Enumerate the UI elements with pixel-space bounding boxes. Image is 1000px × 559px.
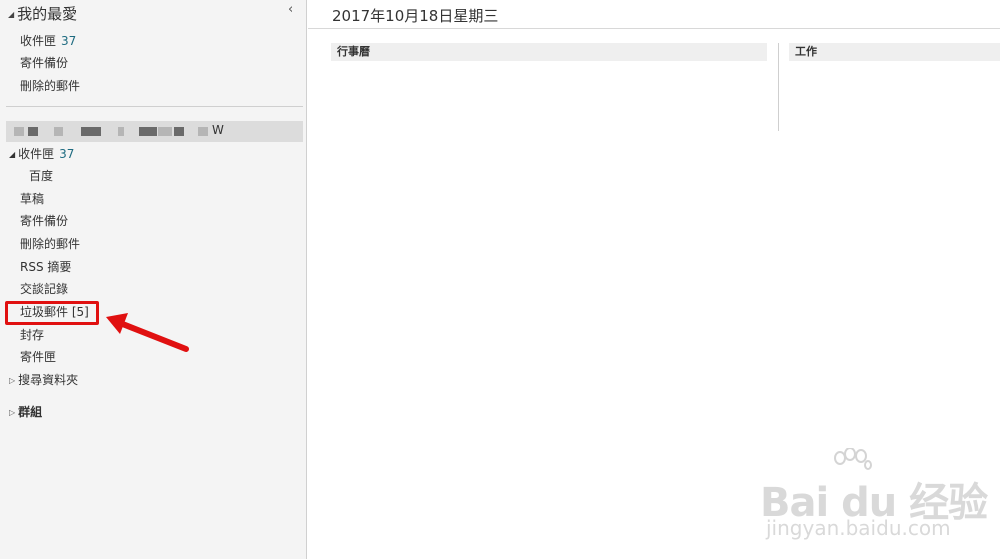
junk-highlight-box	[5, 301, 99, 325]
folder-archive[interactable]: 封存	[20, 327, 44, 343]
folder-drafts[interactable]: 草稿	[20, 191, 44, 207]
folder-baidu[interactable]: 百度	[29, 168, 53, 184]
folder-label: 收件匣	[18, 147, 55, 161]
favorite-item-inbox[interactable]: 收件匣 37	[20, 33, 76, 49]
account-header[interactable]: W	[6, 121, 303, 142]
pane-divider	[6, 106, 303, 107]
favorites-title: 我的最愛	[17, 5, 78, 23]
redacted-block	[81, 127, 101, 136]
folder-label: 寄件匣	[20, 350, 57, 364]
account-name-suffix: W	[212, 123, 224, 137]
folder-label: 草稿	[20, 192, 45, 206]
header-divider	[308, 28, 1000, 29]
column-divider	[778, 43, 779, 131]
redacted-block	[28, 127, 38, 136]
folder-label: 刪除的郵件	[20, 79, 81, 93]
folder-outbox[interactable]: 寄件匣	[20, 349, 56, 365]
date-header: 2017年10月18日星期三	[332, 7, 499, 25]
folder-label: 搜尋資料夾	[18, 373, 79, 387]
redacted-block	[54, 127, 63, 136]
favorite-item-deleted[interactable]: 刪除的郵件	[20, 78, 80, 94]
folder-label: 寄件備份	[20, 214, 69, 228]
folder-sent[interactable]: 寄件備份	[20, 213, 68, 229]
folder-pane: ◢ 我的最愛 ‹ 收件匣 37 寄件備份 刪除的郵件 W ◢ 收件匣 37 百度 草稿 …	[0, 0, 307, 559]
expand-triangle-icon[interactable]: ◢	[8, 10, 14, 19]
collapsed-triangle-icon[interactable]: ▷	[9, 405, 15, 421]
redacted-block	[139, 127, 157, 136]
folder-label: 交談記錄	[20, 282, 69, 296]
expand-triangle-icon[interactable]: ◢	[9, 147, 15, 163]
folder-rss[interactable]: RSS 摘要	[20, 259, 71, 275]
collapsed-triangle-icon[interactable]: ▷	[9, 373, 15, 389]
annotation-arrow-icon	[106, 313, 189, 352]
unread-count: 37	[59, 147, 75, 161]
favorite-item-sent[interactable]: 寄件備份	[20, 55, 68, 71]
folder-inbox[interactable]: ◢ 收件匣 37	[9, 146, 74, 163]
folder-label: 刪除的郵件	[20, 237, 81, 251]
folder-label: 封存	[20, 328, 45, 342]
folder-label: 收件匣	[20, 34, 57, 48]
folder-label: 寄件備份	[20, 56, 69, 70]
unread-count: 37	[61, 34, 77, 48]
redacted-block	[174, 127, 184, 136]
collapse-pane-icon[interactable]: ‹	[288, 2, 293, 17]
favorites-header[interactable]: ◢ 我的最愛	[8, 3, 77, 24]
folder-label: RSS 摘要	[20, 260, 72, 274]
redacted-block	[14, 127, 24, 136]
groups-header[interactable]: ▷ 群組	[9, 404, 42, 421]
folder-deleted[interactable]: 刪除的郵件	[20, 236, 80, 252]
redacted-block	[158, 127, 172, 136]
watermark-url: jingyan.baidu.com	[766, 516, 951, 540]
calendar-column-header: 行事曆	[331, 43, 767, 61]
redacted-block	[198, 127, 208, 136]
tasks-column-header: 工作	[789, 43, 1000, 61]
folder-label: 百度	[29, 169, 54, 183]
groups-label: 群組	[18, 405, 43, 419]
redacted-block	[118, 127, 124, 136]
folder-search-folders[interactable]: ▷ 搜尋資料夾	[9, 372, 78, 389]
folder-conversation-history[interactable]: 交談記錄	[20, 281, 68, 297]
